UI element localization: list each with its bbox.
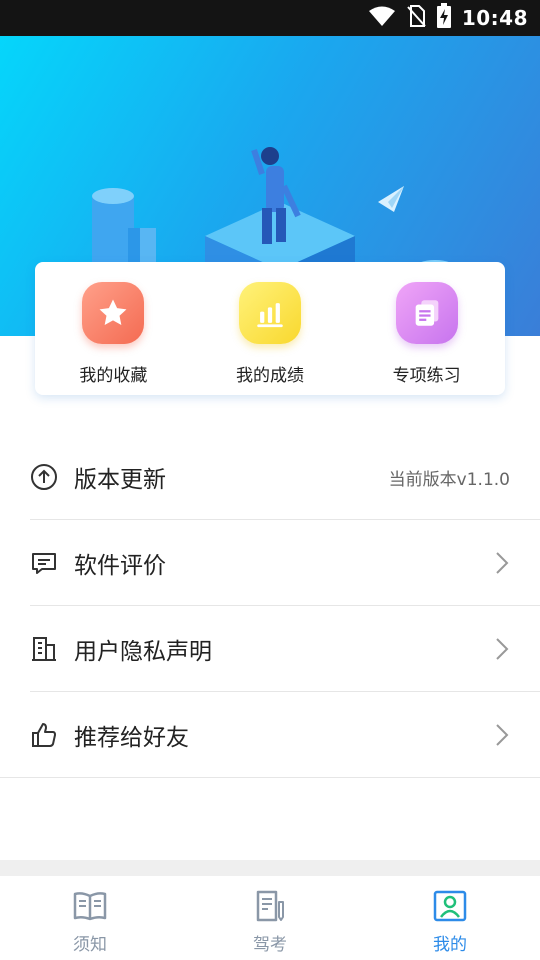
status-time: 10:48 [461, 6, 528, 30]
quick-action-label: 专项练习 [392, 366, 461, 386]
menu-item-share-with-friends[interactable]: 推荐给好友 [0, 692, 540, 778]
menu-item-label: 软件评价 [74, 553, 166, 579]
wifi-icon [368, 5, 396, 31]
quick-action-scores[interactable]: 我的成绩 [192, 262, 349, 395]
tab-notes[interactable]: 须知 [0, 876, 180, 960]
bar-chart-icon [239, 282, 301, 344]
tab-profile[interactable]: 我的 [360, 876, 540, 960]
menu-item-label: 用户隐私声明 [74, 639, 212, 665]
tab-bar-separator [0, 860, 540, 876]
settings-menu: 版本更新 当前版本v1.1.0 软件评价 用户隐私声明 推荐给好友 [0, 434, 540, 778]
book-icon [73, 890, 107, 926]
thumbs-up-icon [30, 721, 58, 749]
chevron-right-icon [492, 721, 512, 749]
divider [0, 777, 540, 778]
building-icon [30, 635, 58, 663]
menu-item-version-update[interactable]: 版本更新 当前版本v1.1.0 [0, 434, 540, 520]
document-icon [395, 282, 458, 344]
tab-label: 驾考 [253, 935, 287, 955]
menu-item-rate-app[interactable]: 软件评价 [0, 520, 540, 606]
no-sim-icon [406, 4, 426, 32]
upload-circle-icon [30, 463, 58, 491]
menu-item-label: 推荐给好友 [74, 725, 189, 751]
version-value: 当前版本v1.1.0 [388, 469, 510, 490]
quick-action-practice[interactable]: 专项练习 [348, 262, 505, 395]
comment-icon [30, 549, 58, 577]
quick-action-label: 我的成绩 [236, 366, 304, 386]
profile-icon [433, 890, 467, 926]
tab-label: 我的 [433, 935, 467, 955]
tab-label: 须知 [73, 935, 107, 955]
bottom-tab-bar: 须知 驾考 我的 [0, 876, 540, 960]
status-icons: 10:48 [368, 0, 528, 36]
exam-paper-icon [253, 890, 287, 926]
chevron-right-icon [492, 635, 512, 663]
quick-actions-card: 我的收藏 我的成绩 专项练习 [35, 262, 505, 395]
star-icon [82, 282, 145, 344]
menu-item-label: 版本更新 [74, 467, 166, 493]
quick-action-favorites[interactable]: 我的收藏 [35, 262, 192, 395]
tab-driving-exam[interactable]: 驾考 [180, 876, 360, 960]
chevron-right-icon [492, 549, 512, 577]
status-bar: 10:48 [0, 0, 540, 36]
menu-item-privacy-statement[interactable]: 用户隐私声明 [0, 606, 540, 692]
quick-action-label: 我的收藏 [79, 366, 148, 386]
battery-charging-icon [436, 3, 452, 33]
